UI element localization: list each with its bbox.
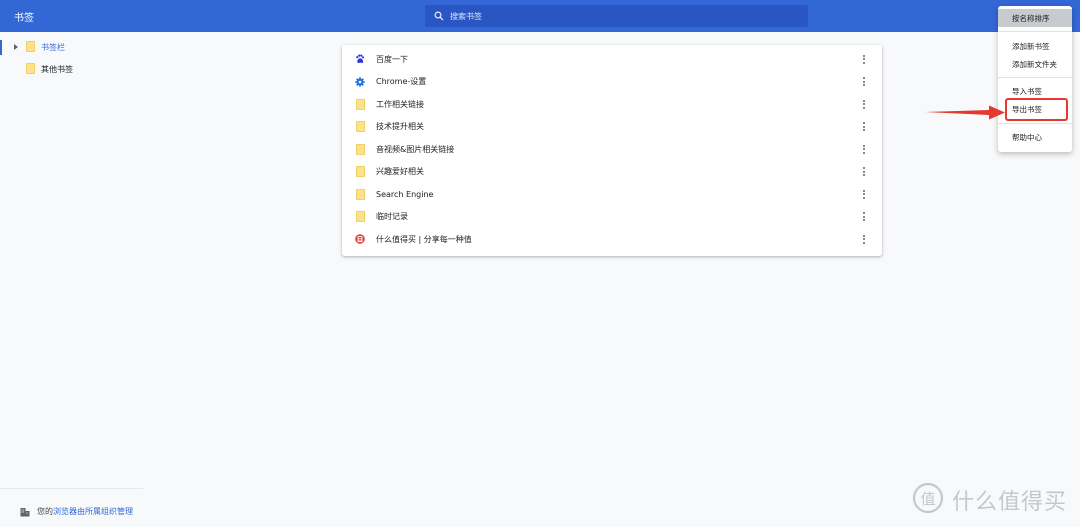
expand-arrow-icon[interactable] bbox=[14, 44, 18, 50]
gear-icon bbox=[354, 76, 366, 88]
list-item[interactable]: 工作相关链接 bbox=[342, 93, 882, 116]
menu-divider bbox=[998, 31, 1072, 32]
menu-divider bbox=[998, 77, 1072, 78]
bookmark-title: 百度一下 bbox=[376, 54, 408, 64]
managed-link[interactable]: 浏览器由所属组织管理 bbox=[53, 507, 133, 516]
search-box[interactable] bbox=[425, 5, 808, 27]
managed-prefix: 您的 bbox=[37, 507, 53, 516]
list-item[interactable]: Search Engine bbox=[342, 183, 882, 206]
folder-icon bbox=[26, 63, 35, 74]
search-icon bbox=[428, 5, 450, 27]
menu-divider bbox=[998, 123, 1072, 124]
page-title: 书签 bbox=[14, 13, 34, 24]
baidu-paw-icon bbox=[354, 53, 366, 65]
watermark-logo-icon: 值 bbox=[912, 482, 944, 518]
annotation-arrow-icon bbox=[925, 105, 1005, 120]
watermark-text: 什么值得买 bbox=[952, 490, 1068, 515]
list-item[interactable]: 音视频&图片相关链接 bbox=[342, 138, 882, 161]
folder-icon bbox=[26, 41, 35, 52]
sidebar-item-bookmarks-bar[interactable]: 书签栏 bbox=[0, 36, 160, 58]
menu-item-help-center[interactable]: 帮助中心 bbox=[998, 128, 1072, 146]
list-item[interactable]: Chrome-设置 bbox=[342, 71, 882, 94]
more-options-icon[interactable] bbox=[858, 188, 870, 200]
menu-item-add-folder[interactable]: 添加新文件夹 bbox=[998, 55, 1072, 73]
bookmark-title: 兴趣爱好相关 bbox=[376, 167, 424, 177]
organize-menu: 按名称排序 添加新书签 添加新文件夹 导入书签 导出书签 帮助中心 bbox=[998, 6, 1072, 152]
bookmark-title: 工作相关链接 bbox=[376, 99, 424, 109]
more-options-icon[interactable] bbox=[858, 76, 870, 88]
sidebar-item-label: 书签栏 bbox=[41, 43, 65, 52]
building-icon bbox=[20, 502, 30, 521]
sidebar-divider bbox=[0, 488, 143, 489]
list-item[interactable]: 技术提升相关 bbox=[342, 116, 882, 139]
sidebar: 书签栏 其他书签 您的浏览器由所属组织管理 bbox=[0, 32, 160, 527]
more-options-icon[interactable] bbox=[858, 143, 870, 155]
more-options-icon[interactable] bbox=[858, 233, 870, 245]
folder-icon bbox=[354, 143, 366, 155]
bookmark-title: 什么值得买 | 分享每一种值 bbox=[376, 234, 472, 244]
menu-item-add-bookmark[interactable]: 添加新书签 bbox=[998, 37, 1072, 55]
watermark-logo-text: 值 bbox=[920, 490, 935, 508]
bookmark-title: Chrome-设置 bbox=[376, 77, 427, 87]
folder-icon bbox=[354, 211, 366, 223]
bookmark-title: 音视频&图片相关链接 bbox=[376, 144, 455, 154]
list-item[interactable]: 临时记录 bbox=[342, 206, 882, 229]
annotation-highlight-box bbox=[1005, 98, 1068, 121]
sidebar-item-other-bookmarks[interactable]: 其他书签 bbox=[0, 58, 160, 80]
list-item[interactable]: 什么值得买 | 分享每一种值 bbox=[342, 228, 882, 251]
folder-icon bbox=[354, 98, 366, 110]
list-item[interactable]: 兴趣爱好相关 bbox=[342, 161, 882, 184]
list-item[interactable]: 百度一下 bbox=[342, 48, 882, 71]
managed-text: 您的浏览器由所属组织管理 bbox=[37, 506, 133, 517]
more-options-icon[interactable] bbox=[858, 53, 870, 65]
folder-icon bbox=[354, 121, 366, 133]
bookmark-title: 技术提升相关 bbox=[376, 122, 424, 132]
managed-notice: 您的浏览器由所属组织管理 bbox=[20, 502, 133, 521]
more-options-icon[interactable] bbox=[858, 98, 870, 110]
more-options-icon[interactable] bbox=[858, 211, 870, 223]
bookmark-list: 百度一下 Chrome-设置 工作相关链接 技术提升相关 音视频&图片相关链接 … bbox=[342, 45, 882, 256]
watermark: 值 什么值得买 bbox=[912, 482, 1067, 518]
folder-icon bbox=[354, 188, 366, 200]
folder-icon bbox=[354, 166, 366, 178]
bookmark-title: Search Engine bbox=[376, 189, 434, 199]
top-bar: 书签 bbox=[0, 0, 1080, 32]
menu-item-sort-by-name[interactable]: 按名称排序 bbox=[998, 9, 1072, 27]
smzdm-icon bbox=[354, 233, 366, 245]
sidebar-item-label: 其他书签 bbox=[41, 65, 73, 74]
more-options-icon[interactable] bbox=[858, 121, 870, 133]
more-options-icon[interactable] bbox=[858, 166, 870, 178]
search-input[interactable] bbox=[450, 11, 790, 21]
bookmark-title: 临时记录 bbox=[376, 212, 408, 222]
